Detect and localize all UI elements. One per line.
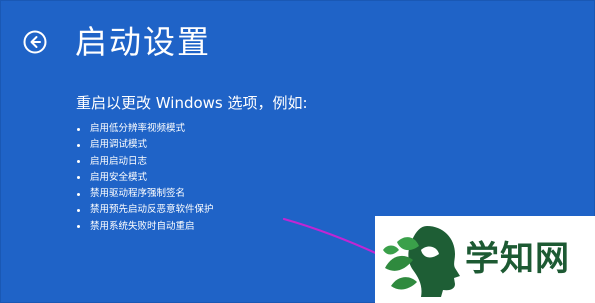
bullet-icon — [77, 225, 80, 229]
bullet-icon — [77, 176, 80, 180]
page-title: 启动设置 — [75, 23, 212, 61]
bullet-icon — [77, 192, 80, 196]
watermark-logo: 学知网 — [375, 216, 595, 303]
option-label: 禁用驱动程序强制签名 — [90, 188, 186, 200]
option-item: 启用安全模式 — [76, 170, 214, 186]
option-label: 启用启动日志 — [90, 155, 148, 167]
watermark-text: 学知网 — [465, 239, 570, 279]
startup-settings-screen: 启动设置 重启以更改 Windows 选项，例如: 启用低分辨率视频模式 启用调… — [0, 0, 595, 303]
option-item: 禁用预先启动反恶意软件保护 — [76, 202, 214, 218]
leaf-head-logo-icon — [383, 226, 460, 297]
option-item: 禁用驱动程序强制签名 — [76, 186, 214, 202]
bullet-icon — [77, 127, 80, 131]
bullet-icon — [77, 143, 80, 147]
option-item: 启用启动日志 — [76, 154, 214, 170]
bullet-icon — [77, 208, 80, 212]
option-label: 启用安全模式 — [90, 171, 148, 183]
back-button[interactable] — [23, 30, 47, 54]
option-item: 禁用系统失败时自动重启 — [76, 219, 214, 235]
back-arrow-circle-icon — [23, 30, 47, 54]
option-label: 启用低分辨率视频模式 — [90, 123, 186, 134]
startup-options-list: 启用低分辨率视频模式 启用调试模式 启用启动日志 启用安全模式 禁用驱动程序强制… — [76, 121, 214, 235]
option-item: 启用低分辨率视频模式 — [76, 121, 214, 137]
option-label: 禁用系统失败时自动重启 — [90, 220, 195, 232]
option-label: 启用调试模式 — [90, 139, 148, 151]
restart-options-subtitle: 重启以更改 Windows 选项，例如: — [76, 94, 308, 112]
bullet-icon — [77, 160, 80, 164]
option-item: 启用调试模式 — [76, 137, 214, 153]
option-label: 禁用预先启动反恶意软件保护 — [90, 204, 214, 216]
